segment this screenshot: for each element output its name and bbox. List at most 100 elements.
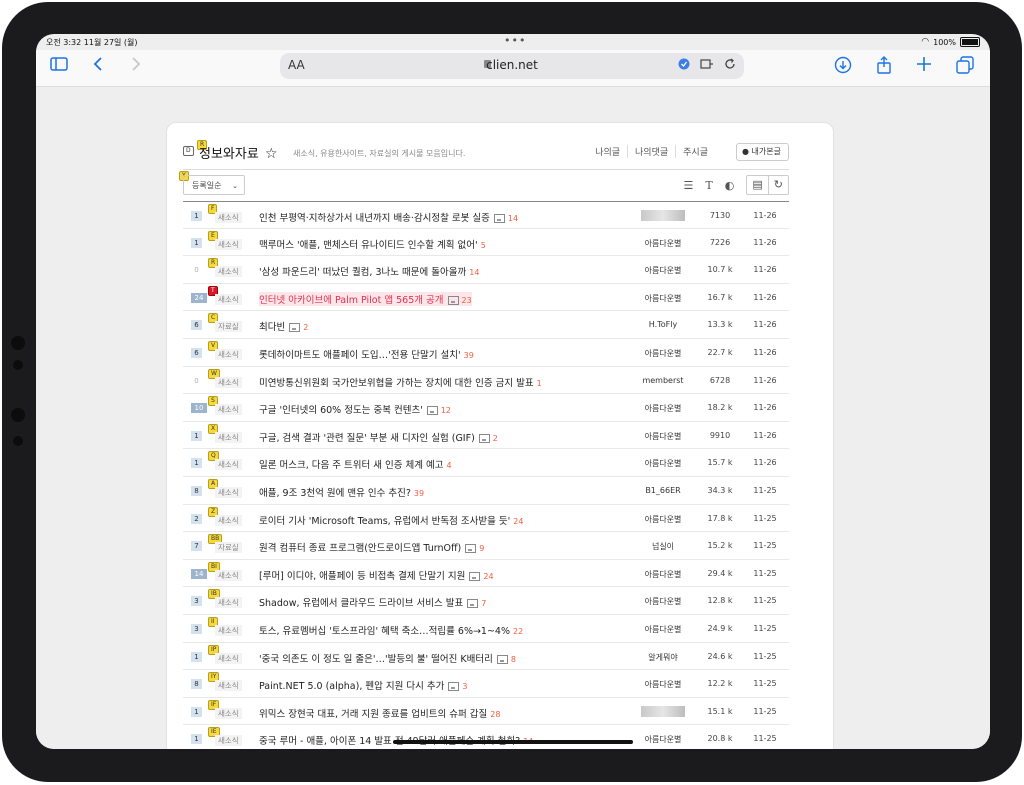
author-image[interactable] (641, 705, 685, 717)
author-name[interactable]: H.ToFly (633, 320, 693, 329)
forward-icon[interactable] (130, 56, 142, 77)
address-bar[interactable]: AA clien.net (280, 53, 744, 79)
category-label[interactable]: 새소식 (215, 486, 242, 498)
table-row[interactable]: 1 X 새소식 구글, 검색 결과 '관련 질문' 부분 새 디자인 실험 (GIF)… (183, 422, 789, 450)
sidebar-icon[interactable] (50, 56, 68, 76)
table-row[interactable]: 0 W 새소식 미연방통신위원회 국가안보위협을 가하는 장치에 대한 인증 금지 발… (183, 367, 789, 395)
category-label[interactable]: 새소식 (215, 707, 242, 719)
sort-select[interactable]: 등록일순 ⌄ (183, 175, 245, 195)
author-name[interactable]: 아름다운별 (633, 624, 693, 635)
my-comments-link[interactable]: 나의댓글 (627, 145, 675, 158)
table-row[interactable]: 1 F 새소식 인천 부평역·지하상가서 내년까지 배송·감시정찰 로봇 실증 14 71… (183, 201, 789, 229)
refresh-icon[interactable]: ↻ (767, 176, 788, 194)
viewed-posts-button[interactable]: ● 내가본글 (736, 143, 789, 161)
category-label[interactable]: 새소식 (215, 459, 242, 471)
table-row[interactable]: 8 IY 새소식 Paint.NET 5.0 (alpha), 펜압 지원 다시 추가… (183, 670, 789, 698)
reload-icon[interactable] (724, 58, 736, 73)
post-title-link[interactable]: 맥루머스 '애플, 맨체스터 유나이티드 인수할 계획 없어' 5 (259, 237, 486, 251)
tabs-overview-icon[interactable] (956, 56, 974, 79)
table-row[interactable]: 14 BI 새소식 [루머] 이디야, 애플페이 등 비접촉 결제 단말기 지원 24 아… (183, 560, 789, 588)
multitask-dots[interactable]: ••• (504, 34, 526, 47)
category-label[interactable]: 새소식 (215, 348, 242, 360)
category-label[interactable]: 자료실 (215, 542, 242, 554)
table-row[interactable]: 1 Q 새소식 일론 머스크, 다음 주 트위터 새 인증 체계 예고 4 아름다운별 1… (183, 449, 789, 477)
post-title-link[interactable]: [루머] 이디야, 애플페이 등 비접촉 결제 단말기 지원 24 (259, 568, 494, 582)
home-indicator[interactable] (393, 740, 633, 744)
table-row[interactable]: 2 Z 새소식 로이터 기사 'Microsoft Teams, 유럽에서 반독점 조… (183, 505, 789, 533)
author-image[interactable] (641, 210, 685, 221)
back-icon[interactable] (92, 56, 104, 77)
share-extension-icon[interactable] (700, 58, 714, 73)
category-label[interactable]: 새소식 (215, 376, 242, 388)
author-name[interactable]: 넘실이 (633, 541, 693, 552)
category-label[interactable]: 새소식 (215, 514, 242, 526)
author-name[interactable]: 아름다운별 (633, 238, 693, 249)
table-row[interactable]: 7 BB 자료실 원격 컴퓨터 종료 프로그램(안드로이드앱 TurnOff) 9 넘실이… (183, 532, 789, 560)
author-name[interactable]: 아름다운별 (633, 293, 693, 304)
star-icon[interactable]: ☆ (265, 146, 278, 162)
watched-posts-link[interactable]: 주시글 (675, 145, 715, 158)
category-label[interactable]: 새소식 (215, 431, 242, 443)
post-title-link[interactable]: '삼성 파운드리' 떠났던 퀄컴, 3나노 때문에 돌아올까 14 (259, 264, 479, 278)
post-title-link[interactable]: 인터넷 아카이브에 Palm Pilot 앱 565개 공개 23 (259, 291, 472, 306)
post-title-link[interactable]: 롯데하이마트도 애플페이 도입…'전용 단말기 설치' 39 (259, 347, 474, 361)
post-title-link[interactable]: Paint.NET 5.0 (alpha), 펜압 지원 다시 추가 3 (259, 678, 467, 692)
category-label[interactable]: 새소식 (215, 266, 242, 278)
category-label[interactable]: 새소식 (215, 597, 242, 609)
author-name[interactable]: 아름다운별 (633, 679, 693, 690)
author-name[interactable]: 아름다운별 (633, 348, 693, 359)
category-label[interactable]: 새소식 (215, 212, 242, 223)
post-title-link[interactable]: 로이터 기사 'Microsoft Teams, 유럽에서 반독점 조사받을 듯… (259, 513, 523, 527)
author-name[interactable]: 아름다운별 (633, 403, 693, 414)
table-row[interactable]: 1 IF 새소식 위믹스 장현국 대표, 거래 지원 종료를 업비트의 슈퍼 갑질 2… (183, 698, 789, 726)
category-label[interactable]: 새소식 (215, 569, 242, 581)
category-label[interactable]: 새소식 (215, 652, 242, 664)
author-name[interactable]: 아름다운별 (633, 734, 693, 745)
list-view-icon[interactable]: ☰ (684, 179, 694, 192)
category-label[interactable]: 자료실 (215, 321, 242, 333)
post-title-link[interactable]: 인천 부평역·지하상가서 내년까지 배송·감시정찰 로봇 실증 14 (259, 210, 518, 224)
post-title-link[interactable]: 애플, 9조 3천억 원에 맨유 인수 추진? 39 (259, 485, 424, 499)
post-title-link[interactable]: 구글, 검색 결과 '관련 질문' 부분 새 디자인 실험 (GIF) 2 (259, 430, 498, 444)
table-row[interactable]: 0 R 새소식 '삼성 파운드리' 떠났던 퀄컴, 3나노 때문에 돌아올까 14 아름… (183, 256, 789, 284)
my-posts-link[interactable]: 나의글 (588, 145, 627, 158)
category-label[interactable]: 새소식 (215, 238, 242, 250)
post-title-link[interactable]: 일론 머스크, 다음 주 트위터 새 인증 체계 예고 4 (259, 457, 452, 471)
table-row[interactable]: 24 T 새소식 인터넷 아카이브에 Palm Pilot 앱 565개 공개 23 아름… (183, 284, 789, 312)
board-title[interactable]: 정보와자료 ☆ (199, 143, 278, 162)
post-title-link[interactable]: Shadow, 유럽에서 클라우드 드라이브 서비스 발표 7 (259, 595, 486, 609)
table-row[interactable]: 6 C 자료실 최다빈 2 H.ToFly 13.3 k 11-26 (183, 311, 789, 339)
table-row[interactable]: 1 IP 새소식 '중국 의존도 이 정도 일 줄은'…'발등의 불' 떨어진 K배터… (183, 643, 789, 671)
table-row[interactable]: 1 IE 새소식 중국 루머 - 애플, 아이폰 14 발표 전 49달러 애플페슨 … (183, 725, 789, 749)
document-icon[interactable]: ▤ (747, 176, 767, 194)
table-row[interactable]: 8 A 새소식 애플, 9조 3천억 원에 맨유 인수 추진? 39 B1_66ER 34… (183, 477, 789, 505)
author-name[interactable]: B1_66ER (633, 486, 693, 495)
post-title-link[interactable]: 구글 '인터넷의 60% 정도는 중복 컨텐츠' 12 (259, 402, 451, 416)
post-title-link[interactable]: 최다빈 2 (259, 319, 308, 333)
extension-icon[interactable] (678, 58, 690, 73)
post-title-link[interactable]: '중국 의존도 이 정도 일 줄은'…'발등의 불' 떨어진 K배터리 8 (259, 651, 516, 665)
contrast-icon[interactable]: ◐ (725, 179, 735, 192)
category-label[interactable]: 새소식 (215, 735, 242, 747)
category-label[interactable]: 새소식 (215, 404, 242, 416)
new-tab-icon[interactable] (916, 56, 932, 77)
author-name[interactable]: 아름다운별 (633, 514, 693, 525)
post-title-link[interactable]: 토스, 유료멤버십 '토스프라임' 혜택 축소…적립률 6%→1~4% 22 (259, 623, 523, 637)
author-name[interactable]: 아름다운별 (633, 569, 693, 580)
download-icon[interactable] (834, 56, 852, 79)
table-row[interactable]: 10 S 새소식 구글 '인터넷의 60% 정도는 중복 컨텐츠' 12 아름다운별 18.… (183, 394, 789, 422)
table-row[interactable]: 1 E 새소식 맥루머스 '애플, 맨체스터 유나이티드 인수할 계획 없어' 5 아름… (183, 229, 789, 257)
share-icon[interactable] (876, 56, 892, 79)
table-row[interactable]: 3 II 새소식 토스, 유료멤버십 '토스프라임' 혜택 축소…적립률 6%→1~4… (183, 615, 789, 643)
author-name[interactable]: 아름다운별 (633, 265, 693, 276)
post-title-link[interactable]: 미연방통신위원회 국가안보위협을 가하는 장치에 대한 인증 금지 발표 1 (259, 375, 542, 389)
author-name[interactable]: 아름다운별 (633, 431, 693, 442)
category-label[interactable]: 새소식 (215, 680, 242, 692)
font-size-icon[interactable]: T (705, 179, 712, 192)
table-row[interactable]: 3 IB 새소식 Shadow, 유럽에서 클라우드 드라이브 서비스 발표 7 아름다운… (183, 587, 789, 615)
author-name[interactable]: 아름다운별 (633, 458, 693, 469)
author-name[interactable]: memberst (633, 376, 693, 385)
category-label[interactable]: 새소식 (215, 293, 242, 305)
table-row[interactable]: 6 V 새소식 롯데하이마트도 애플페이 도입…'전용 단말기 설치' 39 아름다운별… (183, 339, 789, 367)
post-title-link[interactable]: 원격 컴퓨터 종료 프로그램(안드로이드앱 TurnOff) 9 (259, 540, 484, 554)
